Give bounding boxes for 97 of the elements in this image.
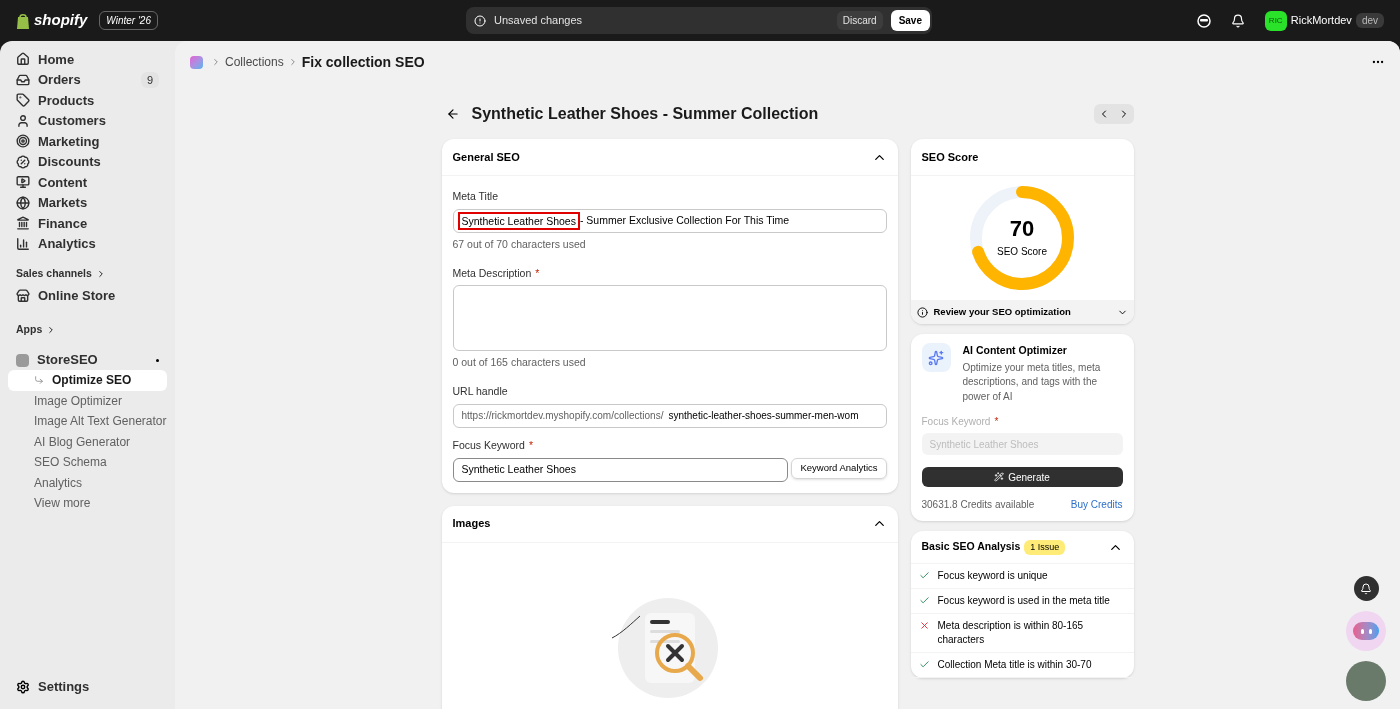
chatbot-button[interactable] (1346, 611, 1386, 651)
card-title: General SEO (452, 149, 520, 165)
analysis-item: Focus keyword is unique (937, 569, 1048, 584)
app-name[interactable]: StoreSEO (37, 350, 148, 370)
card-title: Basic SEO Analysis (921, 539, 1021, 555)
home-icon (16, 52, 30, 67)
score-value: 70 (1009, 217, 1035, 240)
breadcrumb-current: Fix collection SEO (301, 52, 425, 72)
target-icon (16, 134, 30, 149)
unsaved-message: Unsaved changes (494, 13, 584, 29)
review-toggle[interactable]: Review your SEO optimization (910, 300, 1134, 324)
sidebar-subitem[interactable]: Analytics (8, 472, 167, 493)
sidebar-item[interactable]: Markets (8, 192, 167, 213)
breadcrumb-link[interactable]: Collections (225, 53, 284, 71)
required-mark: * (528, 437, 533, 453)
discard-button[interactable]: Discard (836, 11, 883, 30)
credits-text: 30631.8 Credits available (921, 498, 1035, 513)
cross-icon (918, 620, 930, 632)
sidebar-subitem[interactable]: Image Alt Text Generator (8, 411, 167, 432)
meta-description-field[interactable] (452, 285, 887, 352)
settings-icon (16, 680, 30, 694)
globe-icon (16, 195, 30, 210)
sidebar-subitem[interactable]: SEO Schema (8, 452, 167, 473)
url-handle-value: synthetic-leather-shoes-summer-men-wom (668, 409, 859, 424)
analysis-item: Meta description is within 80-165 characters (937, 619, 1085, 648)
count-badge: 9 (140, 71, 159, 88)
branch-arrow-icon (34, 375, 44, 386)
bank-icon (16, 216, 30, 231)
keyword-analytics-button[interactable]: Keyword Analytics (791, 457, 887, 479)
buy-credits-link[interactable]: Buy Credits (1070, 497, 1123, 513)
sidebar-item[interactable]: Products (8, 90, 167, 111)
sidebar-item[interactable]: Home (8, 49, 167, 70)
card-title: Images (452, 516, 491, 532)
score-label: SEO Score (997, 244, 1047, 259)
user-avatar[interactable]: RIC (1264, 10, 1287, 31)
bar-chart-icon (16, 236, 30, 251)
bell-button[interactable] (1353, 576, 1379, 601)
field-label: URL handle (452, 384, 509, 399)
meta-title-text: - Summer Exclusive Collection For This Time (579, 212, 790, 228)
focus-keyword-field[interactable]: Synthetic Leather Shoes (452, 457, 789, 482)
sidebar-item[interactable]: Finance (8, 213, 167, 234)
notifications-icon[interactable] (1230, 13, 1245, 28)
field-label: Focus Keyword * (452, 437, 887, 454)
profile-avatar[interactable] (1346, 661, 1386, 701)
sidebar-subitem[interactable]: Image Optimizer (8, 390, 167, 411)
section-heading[interactable]: Sales channels (16, 266, 92, 282)
store-icon (16, 289, 30, 303)
save-button[interactable]: Save (890, 10, 930, 31)
sidebar-subitem[interactable]: View more (8, 493, 167, 514)
sidebar-item[interactable]: Online Store (8, 285, 167, 307)
issue-badge: 1 Issue (1024, 539, 1066, 555)
bell-icon (1360, 582, 1372, 595)
sidebar-item[interactable]: Orders 9 (8, 69, 167, 90)
app-logo-icon (190, 55, 203, 69)
sidebar-item[interactable]: Customers (8, 110, 167, 131)
magic-wand-icon (994, 472, 1005, 483)
user-name: RickMortdev (1290, 13, 1352, 29)
keyword-highlight: Synthetic Leather Shoes (457, 211, 580, 230)
sidebar-item[interactable]: Discounts (8, 151, 167, 172)
section-heading[interactable]: Apps (16, 322, 43, 338)
required-mark: * (535, 265, 540, 281)
character-count: 67 out of 70 characters used (452, 236, 587, 252)
url-prefix: https://rickmortdev.myshopify.com/collections/ (461, 409, 664, 424)
sidebar-item[interactable]: Marketing (8, 131, 167, 152)
sidebar-subitem[interactable]: Optimize SEO (8, 370, 167, 391)
inbox-icon (16, 72, 30, 87)
brand-logo: shopify (34, 10, 88, 31)
sidebar-item[interactable]: Content (8, 172, 167, 193)
field-label: Meta Title (452, 189, 500, 204)
info-icon (916, 306, 928, 318)
sidebar-subitem[interactable]: AI Blog Generator (8, 431, 167, 452)
field-label: Meta Description * (452, 265, 887, 282)
card-title: AI Content Optimizer (962, 343, 1068, 358)
page-title: Synthetic Leather Shoes - Summer Collection (471, 104, 820, 124)
card-title: SEO Score (921, 149, 979, 165)
settings-link[interactable]: Settings (38, 677, 90, 697)
store-tag: dev (1355, 13, 1384, 28)
app-logo-icon (16, 353, 29, 367)
analysis-item: Focus keyword is used in the meta title (937, 594, 1110, 609)
card-description: Optimize your meta titles, meta descriptions, and tags with the power of AI (962, 360, 1102, 404)
character-count: 0 out of 165 characters used (452, 355, 587, 371)
meta-title-field[interactable]: Synthetic Leather Shoes - Summer Exclusive Collection For This Time (452, 208, 887, 233)
analysis-item: Collection Meta title is within 30-70 (937, 658, 1092, 673)
alert-icon (474, 14, 486, 27)
field-label: Focus Keyword * (921, 414, 1000, 430)
shopping-bag-logo-icon (16, 12, 30, 29)
sidebar-item[interactable]: Analytics (8, 233, 167, 254)
person-icon (16, 113, 30, 128)
url-handle-field[interactable]: https://rickmortdev.myshopify.com/collections/ synthetic-leather-shoes-summer-men-wom (452, 403, 887, 428)
generate-button[interactable]: Generate (921, 467, 1123, 488)
robot-face-icon (1353, 622, 1379, 640)
percent-badge-icon (16, 154, 30, 169)
edition-badge: Winter '26 (99, 11, 158, 30)
monitor-icon (16, 175, 30, 190)
tag-icon (16, 93, 30, 108)
required-mark: * (994, 415, 999, 430)
chevron-right-icon (211, 57, 221, 67)
